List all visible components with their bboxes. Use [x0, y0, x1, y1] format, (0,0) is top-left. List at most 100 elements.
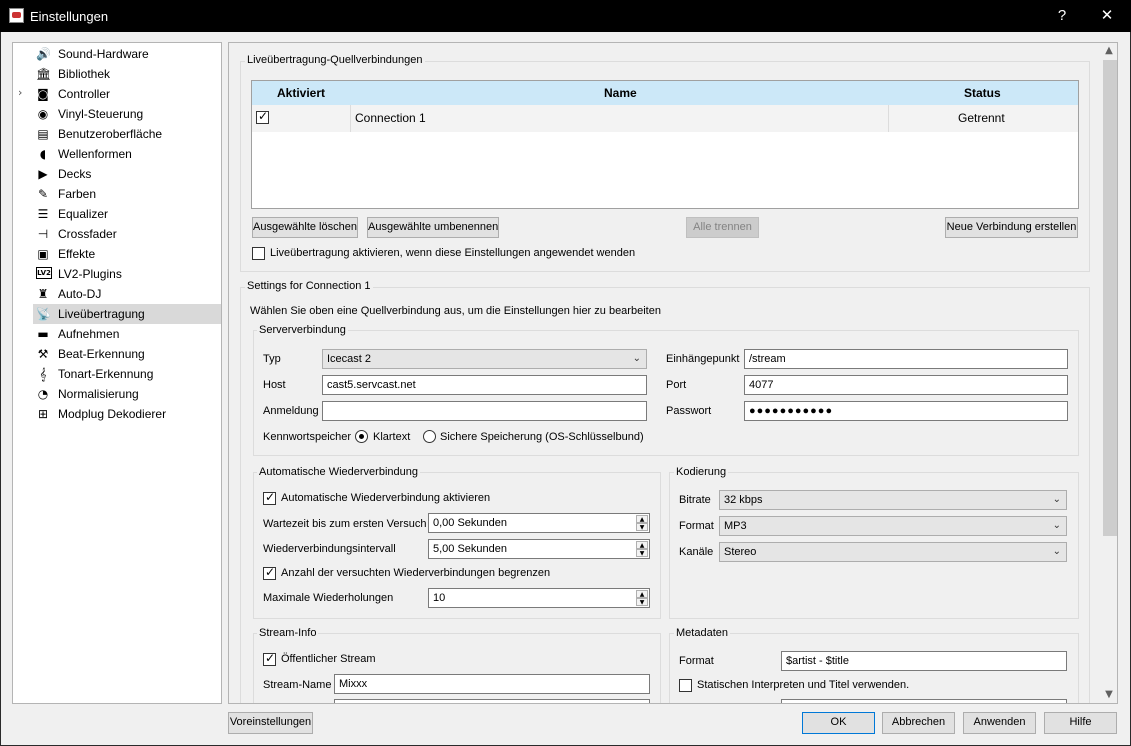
format-select[interactable]: MP3 ⌄: [719, 516, 1067, 536]
help-title-button[interactable]: ?: [1040, 0, 1084, 32]
static-artist-input[interactable]: [781, 699, 1067, 703]
sidebar-item-equalizer[interactable]: ☰ Equalizer: [13, 204, 221, 224]
password-store-label: Kennwortspeicher: [263, 431, 352, 443]
delete-selected-button[interactable]: Ausgewählte löschen: [252, 217, 358, 238]
column-status[interactable]: Status: [964, 86, 1001, 100]
new-connection-button[interactable]: Neue Verbindung erstellen: [945, 217, 1078, 238]
spin-buttons[interactable]: ▲ ▼: [636, 541, 648, 557]
spin-down-icon[interactable]: ▼: [636, 598, 648, 606]
sidebar-item-auto-dj[interactable]: ♜ Auto-DJ: [13, 284, 221, 304]
chevron-down-icon: ⌄: [1052, 546, 1061, 557]
library-icon: 🏛: [36, 67, 52, 81]
column-name[interactable]: Name: [604, 86, 637, 100]
sidebar-item-label: Auto-DJ: [58, 287, 102, 301]
table-row[interactable]: Connection 1 Getrennt: [252, 105, 1078, 132]
apply-button[interactable]: Anwenden: [963, 712, 1036, 734]
type-select[interactable]: Icecast 2 ⌄: [322, 349, 647, 369]
row-activated-checkbox[interactable]: [256, 109, 269, 124]
sidebar-item-label: Aufnehmen: [58, 327, 120, 341]
sidebar-item-live-broadcasting[interactable]: 📡 Liveübertragung: [33, 304, 221, 324]
chevron-down-icon: ⌄: [632, 353, 641, 364]
sidebar-item-beat-detection[interactable]: ⚒ Beat-Erkennung: [13, 344, 221, 364]
host-input[interactable]: cast5.servcast.net: [322, 375, 647, 395]
speaker-icon: 🔊: [36, 47, 51, 61]
limit-retries-checkbox[interactable]: [263, 565, 276, 580]
stream-website-input[interactable]: [334, 699, 650, 703]
help-button[interactable]: Hilfe: [1044, 712, 1117, 734]
sidebar-item-decks[interactable]: ▶ Decks: [13, 164, 221, 184]
static-metadata-checkbox[interactable]: [679, 679, 692, 692]
sidebar-item-sound-hardware[interactable]: 🔊 Sound-Hardware: [13, 44, 221, 64]
sidebar-item-effects[interactable]: ▣ Effekte: [13, 244, 221, 264]
sidebar-item-lv2-plugins[interactable]: LV2 LV2-Plugins: [13, 264, 221, 284]
max-retries-value: 10: [433, 592, 446, 604]
password-input[interactable]: ●●●●●●●●●●●: [744, 401, 1068, 421]
plaintext-radio[interactable]: [355, 430, 368, 443]
play-icon: ▶: [38, 167, 48, 181]
robot-icon: ♜: [37, 287, 49, 301]
main-scrollbar[interactable]: ▲ ▼: [1101, 43, 1117, 703]
scroll-down-icon[interactable]: ▼: [1101, 687, 1117, 703]
column-activated[interactable]: Aktiviert: [277, 86, 325, 100]
sidebar-item-label: Effekte: [58, 247, 96, 261]
sidebar-item-label: Equalizer: [58, 207, 109, 221]
metadata-format-input[interactable]: $artist - $title: [781, 651, 1067, 671]
max-retries-spinbox[interactable]: 10 ▲ ▼: [428, 588, 650, 608]
scroll-up-icon[interactable]: ▲: [1101, 43, 1117, 59]
public-stream-checkbox[interactable]: [263, 651, 276, 666]
spin-buttons[interactable]: ▲ ▼: [636, 590, 648, 606]
app-icon: [9, 8, 24, 23]
sidebar-item-interface[interactable]: ▤ Benutzeroberfläche: [13, 124, 221, 144]
plaintext-label: Klartext: [373, 431, 411, 443]
connections-table[interactable]: Aktiviert Name Status Connection 1 Getre…: [251, 80, 1079, 209]
channels-select[interactable]: Stereo ⌄: [719, 542, 1067, 562]
vinyl-icon: ◉: [37, 107, 49, 121]
column-divider: [888, 105, 889, 132]
sidebar-item-normalization[interactable]: ◔ Normalisierung: [13, 384, 221, 404]
settings-hint: Wählen Sie oben eine Quellverbindung aus…: [250, 305, 661, 317]
sidebar-item-library[interactable]: 🏛 Bibliothek: [13, 64, 221, 84]
sidebar-item-waveforms[interactable]: ◖ Wellenformen: [13, 144, 221, 164]
spin-up-icon[interactable]: ▲: [636, 515, 648, 523]
close-window-button[interactable]: ✕: [1085, 0, 1129, 32]
sidebar-item-key-detection[interactable]: 𝄞 Tonart-Erkennung: [13, 364, 221, 384]
port-input[interactable]: 4077: [744, 375, 1068, 395]
sidebar-item-modplug-decoder[interactable]: ⊞ Modplug Dekodierer: [13, 404, 221, 424]
sidebar-item-label: Crossfader: [58, 227, 117, 241]
auto-enable-checkbox[interactable]: [252, 247, 265, 260]
palette-icon: ✎: [37, 187, 49, 201]
stream-name-input[interactable]: Mixxx: [334, 674, 650, 694]
sidebar-item-recording[interactable]: ▬ Aufnehmen: [13, 324, 221, 344]
mount-input[interactable]: /stream: [744, 349, 1068, 369]
sidebar-item-crossfader[interactable]: ⊣ Crossfader: [13, 224, 221, 244]
first-wait-spinbox[interactable]: 0,00 Sekunden ▲ ▼: [428, 513, 650, 533]
recording-icon: ▬: [37, 327, 49, 341]
sidebar-item-label: Vinyl-Steuerung: [58, 107, 144, 121]
mount-label: Einhängepunkt: [666, 353, 740, 365]
spin-up-icon[interactable]: ▲: [636, 590, 648, 598]
spin-buttons[interactable]: ▲ ▼: [636, 515, 648, 531]
metadata-title: Metadaten: [674, 627, 730, 639]
auto-reconnect-checkbox[interactable]: [263, 490, 276, 505]
sidebar-item-colors[interactable]: ✎ Farben: [13, 184, 221, 204]
bitrate-select[interactable]: 32 kbps ⌄: [719, 490, 1067, 510]
sidebar-item-label: Sound-Hardware: [58, 47, 149, 61]
cancel-button[interactable]: Abbrechen: [882, 712, 955, 734]
login-input[interactable]: [322, 401, 647, 421]
grid-icon: ⊞: [37, 407, 49, 421]
sidebar-item-controller[interactable]: ◙ Controller: [13, 84, 221, 104]
sidebar-item-label: Bibliothek: [58, 67, 111, 81]
preferences-sidebar[interactable]: › 🔊 Sound-Hardware 🏛 Bibliothek ◙ Controller ◉…: [12, 42, 222, 704]
defaults-button[interactable]: Voreinstellungen: [228, 712, 313, 734]
secure-storage-radio[interactable]: [423, 430, 436, 443]
ok-button[interactable]: OK: [802, 712, 875, 734]
spin-down-icon[interactable]: ▼: [636, 523, 648, 531]
scroll-thumb[interactable]: [1103, 60, 1117, 536]
interval-spinbox[interactable]: 5,00 Sekunden ▲ ▼: [428, 539, 650, 559]
spin-down-icon[interactable]: ▼: [636, 549, 648, 557]
sidebar-item-vinyl-control[interactable]: ◉ Vinyl-Steuerung: [13, 104, 221, 124]
spin-up-icon[interactable]: ▲: [636, 541, 648, 549]
rename-selected-button[interactable]: Ausgewählte umbenennen: [367, 217, 499, 238]
disconnect-all-button[interactable]: Alle trennen: [686, 217, 759, 238]
sidebar-item-label: Normalisierung: [58, 387, 139, 401]
